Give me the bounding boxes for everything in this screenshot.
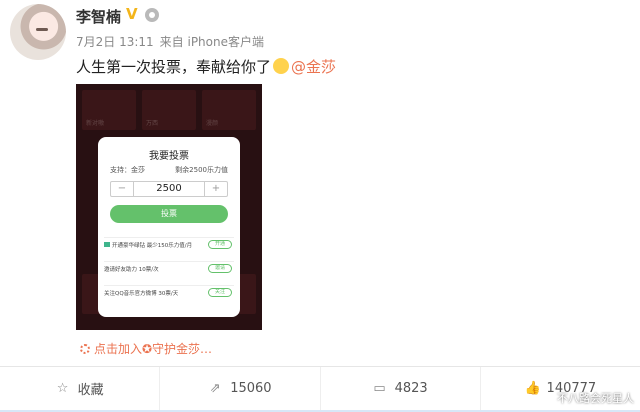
vote-button[interactable]: 投票 [110,205,228,223]
kiss-emoji-icon [273,58,290,74]
task-label: 关注QQ音乐官方微博 30票/天 [104,291,179,297]
share-icon: ⇗ [209,380,221,396]
repost-button[interactable]: ⇗ 15060 [160,367,321,410]
user-avatar[interactable] [10,4,66,60]
comment-button[interactable]: ▭ 4823 [321,367,481,410]
task-label: 开通豪华绿钻 最少150乐力值/月 [112,243,193,249]
post-text-body: 人生第一次投票，奉献给你了 [76,58,272,76]
task-label: 邀请好友助力 10票/次 [104,267,159,273]
task-action-button[interactable]: 邀请 [208,264,232,273]
member-badge-icon[interactable] [145,8,159,22]
decrement-button[interactable]: − [111,182,133,196]
post-meta: 7月2日 13:11 来自 iPhone客户端 [76,33,264,50]
task-action-button[interactable]: 关注 [208,288,232,297]
dialog-title: 我要投票 [149,151,189,162]
vote-amount-stepper[interactable]: − 2500 + [110,181,228,197]
post-date[interactable]: 7月2日 13:11 [76,35,154,49]
comment-icon: ▭ [373,380,386,396]
task-action-button[interactable]: 开通 [208,240,232,249]
post-actions-bar: ☆ 收藏 ⇗ 15060 ▭ 4823 👍 140777 [0,367,640,410]
task-row: 邀请好友助力 10票/次 邀请 [104,261,234,275]
vote-dialog: 我要投票 支持：金莎 剩余2500乐力值 − 2500 + 投票 开通豪华绿钻 … [98,137,240,317]
thumb-up-icon: 👍 [524,380,541,396]
task-row: 开通豪华绿钻 最少150乐力值/月 开通 [104,237,234,251]
watermark: 不八路会死星人 [557,392,634,405]
star-icon: ☆ [56,380,69,396]
remaining-label: 剩余2500乐力值 [175,166,228,174]
username[interactable]: 李智楠 [76,6,121,27]
guard-link[interactable]: 点击加入✪守护金莎… [80,340,212,357]
post-source: 来自 iPhone客户端 [159,35,264,49]
flower-icon [80,344,90,354]
mention-link[interactable]: @金莎 [291,58,336,76]
favorite-button[interactable]: ☆ 收藏 [0,367,161,410]
increment-button[interactable]: + [205,182,227,196]
post-text: 人生第一次投票，奉献给你了 @金莎 [76,56,336,77]
verified-v-icon[interactable]: V [126,7,141,22]
task-row: 关注QQ音乐官方微博 30票/天 关注 [104,285,234,299]
vote-amount-value[interactable]: 2500 [133,182,205,196]
support-label: 支持：金莎 [110,166,145,174]
green-diamond-icon [104,242,110,247]
